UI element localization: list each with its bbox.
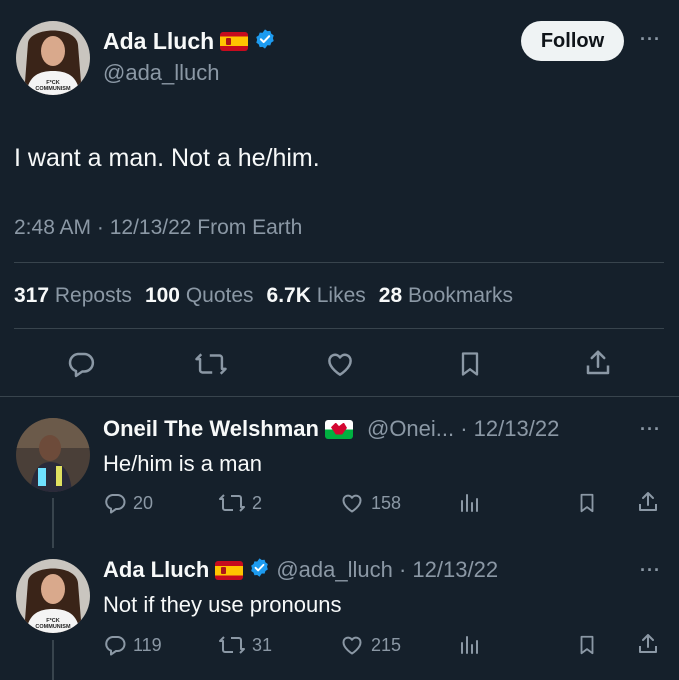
- spain-flag-icon: [220, 31, 249, 51]
- repost-count: 2: [252, 492, 263, 513]
- reply-icon: [103, 633, 127, 657]
- share-icon[interactable]: [636, 489, 660, 515]
- thread-line: [52, 640, 54, 680]
- tweet-text: I want a man. Not a he/him.: [14, 144, 320, 172]
- quotes-stat[interactable]: 100 Quotes: [145, 284, 254, 308]
- reply-author-avatar[interactable]: [16, 418, 90, 492]
- repost-button[interactable]: 2: [218, 491, 262, 515]
- reply-icon[interactable]: [66, 349, 96, 379]
- tweet-timestamp[interactable]: 2:48 AM · 12/13/22 From Earth: [14, 216, 302, 240]
- like-button[interactable]: 158: [339, 491, 401, 515]
- reply-button[interactable]: 119: [103, 633, 162, 657]
- reply-button[interactable]: 20: [103, 491, 153, 515]
- more-icon[interactable]: ···: [640, 560, 661, 581]
- bookmark-icon[interactable]: [576, 491, 598, 515]
- repost-icon: [218, 633, 246, 657]
- svg-text:COMMUNISM: COMMUNISM: [35, 86, 71, 92]
- main-author-handle[interactable]: @ada_lluch: [103, 60, 220, 86]
- reply-handle-date[interactable]: @ada_lluch · 12/13/22: [276, 557, 498, 583]
- bookmarks-stat[interactable]: 28 Bookmarks: [379, 284, 513, 308]
- svg-text:COMMUNISM: COMMUNISM: [35, 624, 71, 630]
- wales-flag-icon: [324, 419, 353, 439]
- reply-icon: [103, 491, 127, 515]
- repost-icon[interactable]: [194, 349, 228, 379]
- repost-icon: [218, 491, 246, 515]
- reply-author-name[interactable]: Oneil The Welshman: [103, 416, 319, 442]
- verified-icon: [249, 557, 270, 583]
- bookmark-icon[interactable]: [576, 633, 598, 657]
- like-button[interactable]: 215: [339, 633, 401, 657]
- main-author-avatar[interactable]: F*CK COMMUNISM: [16, 21, 90, 95]
- reply-text: Not if they use pronouns: [103, 592, 342, 617]
- like-icon: [339, 633, 365, 657]
- more-icon[interactable]: ···: [640, 29, 661, 50]
- thread-line: [52, 498, 54, 548]
- reply-handle-date[interactable]: @Onei... · 12/13/22: [367, 416, 559, 442]
- reply-count: 119: [133, 634, 162, 655]
- follow-button[interactable]: Follow: [521, 21, 624, 61]
- divider: [14, 262, 664, 263]
- like-icon[interactable]: [324, 349, 356, 379]
- reply-author-avatar[interactable]: F*CK COMMUNISM: [16, 559, 90, 633]
- reply-count: 20: [133, 492, 154, 513]
- repost-button[interactable]: 31: [218, 633, 272, 657]
- repost-count: 31: [252, 634, 273, 655]
- reply-text: He/him is a man: [103, 451, 262, 476]
- share-icon[interactable]: [636, 631, 660, 657]
- main-author-name[interactable]: Ada Lluch: [103, 28, 214, 55]
- verified-icon: [254, 28, 276, 55]
- like-count: 158: [371, 492, 402, 513]
- bookmark-icon[interactable]: [456, 349, 484, 379]
- divider: [0, 396, 679, 397]
- views-icon[interactable]: [458, 491, 482, 515]
- like-icon: [339, 491, 365, 515]
- views-icon[interactable]: [458, 633, 482, 657]
- more-icon[interactable]: ···: [640, 419, 661, 440]
- divider: [14, 328, 664, 329]
- share-icon[interactable]: [583, 347, 613, 379]
- reply-author-name[interactable]: Ada Lluch: [103, 557, 209, 583]
- tweet-stats: 317 Reposts 100 Quotes 6.7K Likes 28 Boo…: [14, 284, 513, 308]
- reposts-stat[interactable]: 317 Reposts: [14, 284, 132, 308]
- spain-flag-icon: [215, 560, 244, 580]
- like-count: 215: [371, 634, 402, 655]
- likes-stat[interactable]: 6.7K Likes: [267, 284, 366, 308]
